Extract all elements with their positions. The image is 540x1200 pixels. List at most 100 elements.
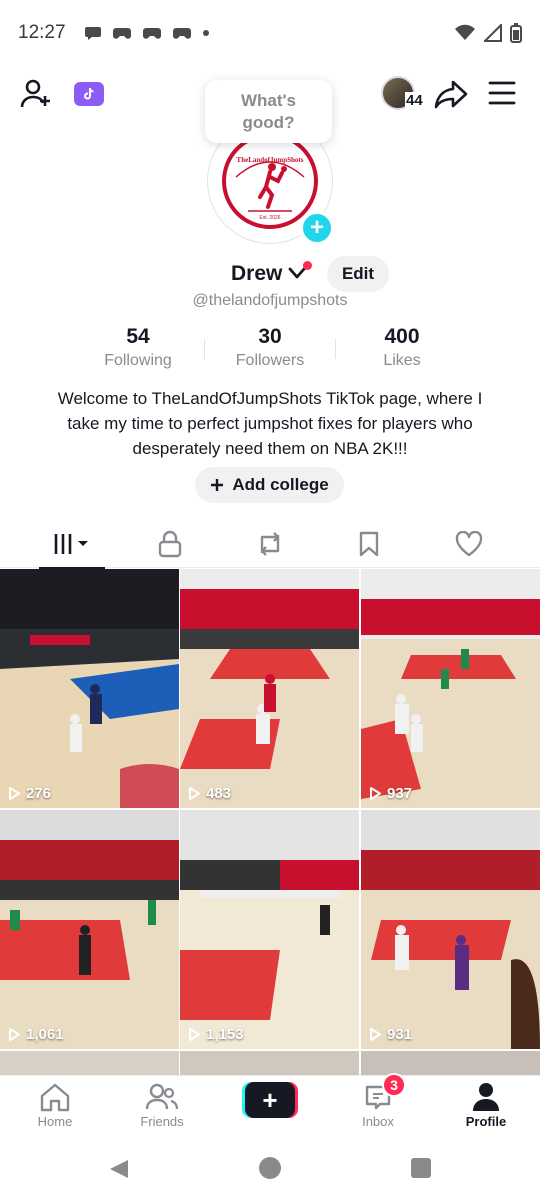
home-circle-icon[interactable] bbox=[259, 1157, 281, 1179]
stat-following[interactable]: 54 Following bbox=[73, 325, 203, 370]
view-count: 937 bbox=[369, 785, 412, 802]
view-count: 1,153 bbox=[188, 1026, 244, 1043]
tab-videos[interactable] bbox=[27, 520, 117, 569]
play-icon bbox=[189, 787, 200, 800]
view-count-text: 937 bbox=[387, 785, 413, 802]
profile-stats: 54 Following 30 Followers 400 Likes bbox=[0, 325, 540, 375]
likes-count: 400 bbox=[384, 325, 420, 348]
notification-dot bbox=[303, 261, 312, 270]
battery-icon bbox=[510, 23, 522, 43]
game-notification-icon-2 bbox=[142, 28, 161, 39]
view-count: 276 bbox=[8, 785, 51, 802]
view-count-text: 1,153 bbox=[206, 1026, 244, 1043]
game-notification-icon-3 bbox=[172, 28, 191, 39]
view-count: 483 bbox=[188, 785, 231, 802]
videos-grid-icon bbox=[54, 534, 88, 554]
status-note-text: What's good? bbox=[240, 90, 297, 132]
home-icon bbox=[40, 1083, 70, 1112]
tab-favorites[interactable] bbox=[324, 520, 414, 568]
wifi-icon bbox=[455, 24, 475, 40]
view-count: 1,061 bbox=[8, 1026, 64, 1043]
avatar-logo: TheLandofJumpShots Est. 2026 bbox=[222, 133, 318, 229]
message-notification-icon bbox=[84, 27, 101, 40]
video-thumbnail[interactable]: 276 bbox=[0, 569, 179, 808]
video-thumbnail[interactable] bbox=[180, 1051, 359, 1075]
tab-private[interactable] bbox=[125, 520, 215, 568]
profile-content-tabs bbox=[0, 520, 540, 569]
view-count-text: 1,061 bbox=[26, 1026, 64, 1043]
nav-inbox-label: Inbox bbox=[362, 1114, 394, 1129]
nav-home-label: Home bbox=[37, 1114, 73, 1129]
back-icon[interactable] bbox=[108, 1158, 130, 1180]
tab-reposts[interactable] bbox=[225, 520, 315, 568]
nav-home[interactable]: Home bbox=[5, 1080, 105, 1129]
video-grid: 276 483 937 1,061 1,153 931 bbox=[0, 569, 540, 1075]
play-icon bbox=[189, 1028, 200, 1041]
video-thumbnail[interactable]: 1,061 bbox=[0, 810, 179, 1049]
edit-profile-label: Edit bbox=[341, 264, 375, 283]
add-story-button[interactable]: + bbox=[300, 211, 334, 245]
status-bar: 12:27 bbox=[0, 0, 540, 66]
nav-profile-label: Profile bbox=[465, 1114, 507, 1129]
game-notification-icon bbox=[112, 28, 131, 39]
view-count-text: 931 bbox=[387, 1026, 413, 1043]
profile-visitors[interactable]: 44 bbox=[381, 76, 427, 112]
video-thumbnail[interactable] bbox=[361, 1051, 540, 1075]
followers-label: Followers bbox=[235, 352, 305, 369]
play-icon bbox=[370, 1028, 381, 1041]
display-name: Drew bbox=[231, 262, 283, 285]
repost-icon bbox=[260, 532, 280, 556]
edit-profile-button[interactable]: Edit bbox=[327, 256, 389, 292]
create-video-button[interactable]: + bbox=[242, 1082, 298, 1118]
share-icon[interactable] bbox=[434, 78, 468, 110]
bookmark-icon bbox=[359, 531, 379, 557]
nav-friends-label: Friends bbox=[140, 1114, 184, 1129]
add-friend-icon[interactable] bbox=[20, 78, 52, 110]
tab-liked[interactable] bbox=[424, 520, 514, 568]
play-icon bbox=[9, 787, 20, 800]
tiktok-studio-icon[interactable] bbox=[74, 82, 104, 106]
status-time: 12:27 bbox=[18, 22, 66, 43]
username-handle: @thelandofjumpshots bbox=[192, 292, 348, 309]
logo-text: TheLandofJumpShots bbox=[237, 156, 304, 164]
more-notifications-dot-icon bbox=[202, 30, 209, 36]
nav-friends[interactable]: Friends bbox=[112, 1080, 212, 1129]
profile-icon bbox=[473, 1083, 499, 1111]
signal-icon bbox=[484, 24, 502, 42]
lock-icon bbox=[158, 530, 182, 558]
play-icon bbox=[9, 1028, 20, 1041]
stat-followers[interactable]: 30 Followers bbox=[205, 325, 335, 370]
likes-label: Likes bbox=[383, 352, 421, 369]
nav-inbox[interactable]: Inbox bbox=[328, 1080, 428, 1129]
add-college-button[interactable]: Add college bbox=[195, 467, 344, 503]
plus-icon bbox=[211, 479, 224, 491]
stat-likes[interactable]: 400 Likes bbox=[337, 325, 467, 370]
video-thumbnail[interactable]: 483 bbox=[180, 569, 359, 808]
video-thumbnail[interactable]: 1,153 bbox=[180, 810, 359, 1049]
following-label: Following bbox=[104, 352, 172, 369]
bottom-navigation: Home Friends + Inbox 3 Profile bbox=[0, 1073, 540, 1137]
system-navigation-bar bbox=[0, 1140, 540, 1200]
add-college-label: Add college bbox=[232, 475, 329, 494]
status-note-bubble[interactable]: What's good? bbox=[205, 80, 332, 143]
profile-bio: Welcome to TheLandOfJumpShots TikTok pag… bbox=[57, 389, 483, 458]
video-thumbnail[interactable]: 931 bbox=[361, 810, 540, 1049]
play-icon bbox=[370, 787, 381, 800]
video-thumbnail[interactable] bbox=[0, 1051, 179, 1075]
name-row: Drew Edit bbox=[0, 256, 540, 292]
heart-icon bbox=[455, 531, 483, 557]
friends-icon bbox=[145, 1083, 179, 1110]
recents-icon[interactable] bbox=[411, 1158, 431, 1178]
followers-count: 30 bbox=[258, 325, 282, 348]
following-count: 54 bbox=[126, 325, 150, 348]
view-count: 931 bbox=[369, 1026, 412, 1043]
plus-icon: + bbox=[262, 1084, 278, 1115]
inbox-badge: 3 bbox=[382, 1073, 406, 1097]
video-thumbnail[interactable]: 937 bbox=[361, 569, 540, 808]
nav-profile[interactable]: Profile bbox=[436, 1080, 536, 1129]
logo-est-text: Est. 2026 bbox=[259, 215, 280, 221]
view-count-text: 483 bbox=[206, 785, 232, 802]
stat-divider bbox=[335, 339, 336, 359]
view-count-text: 276 bbox=[26, 785, 52, 802]
menu-icon[interactable] bbox=[488, 80, 516, 106]
